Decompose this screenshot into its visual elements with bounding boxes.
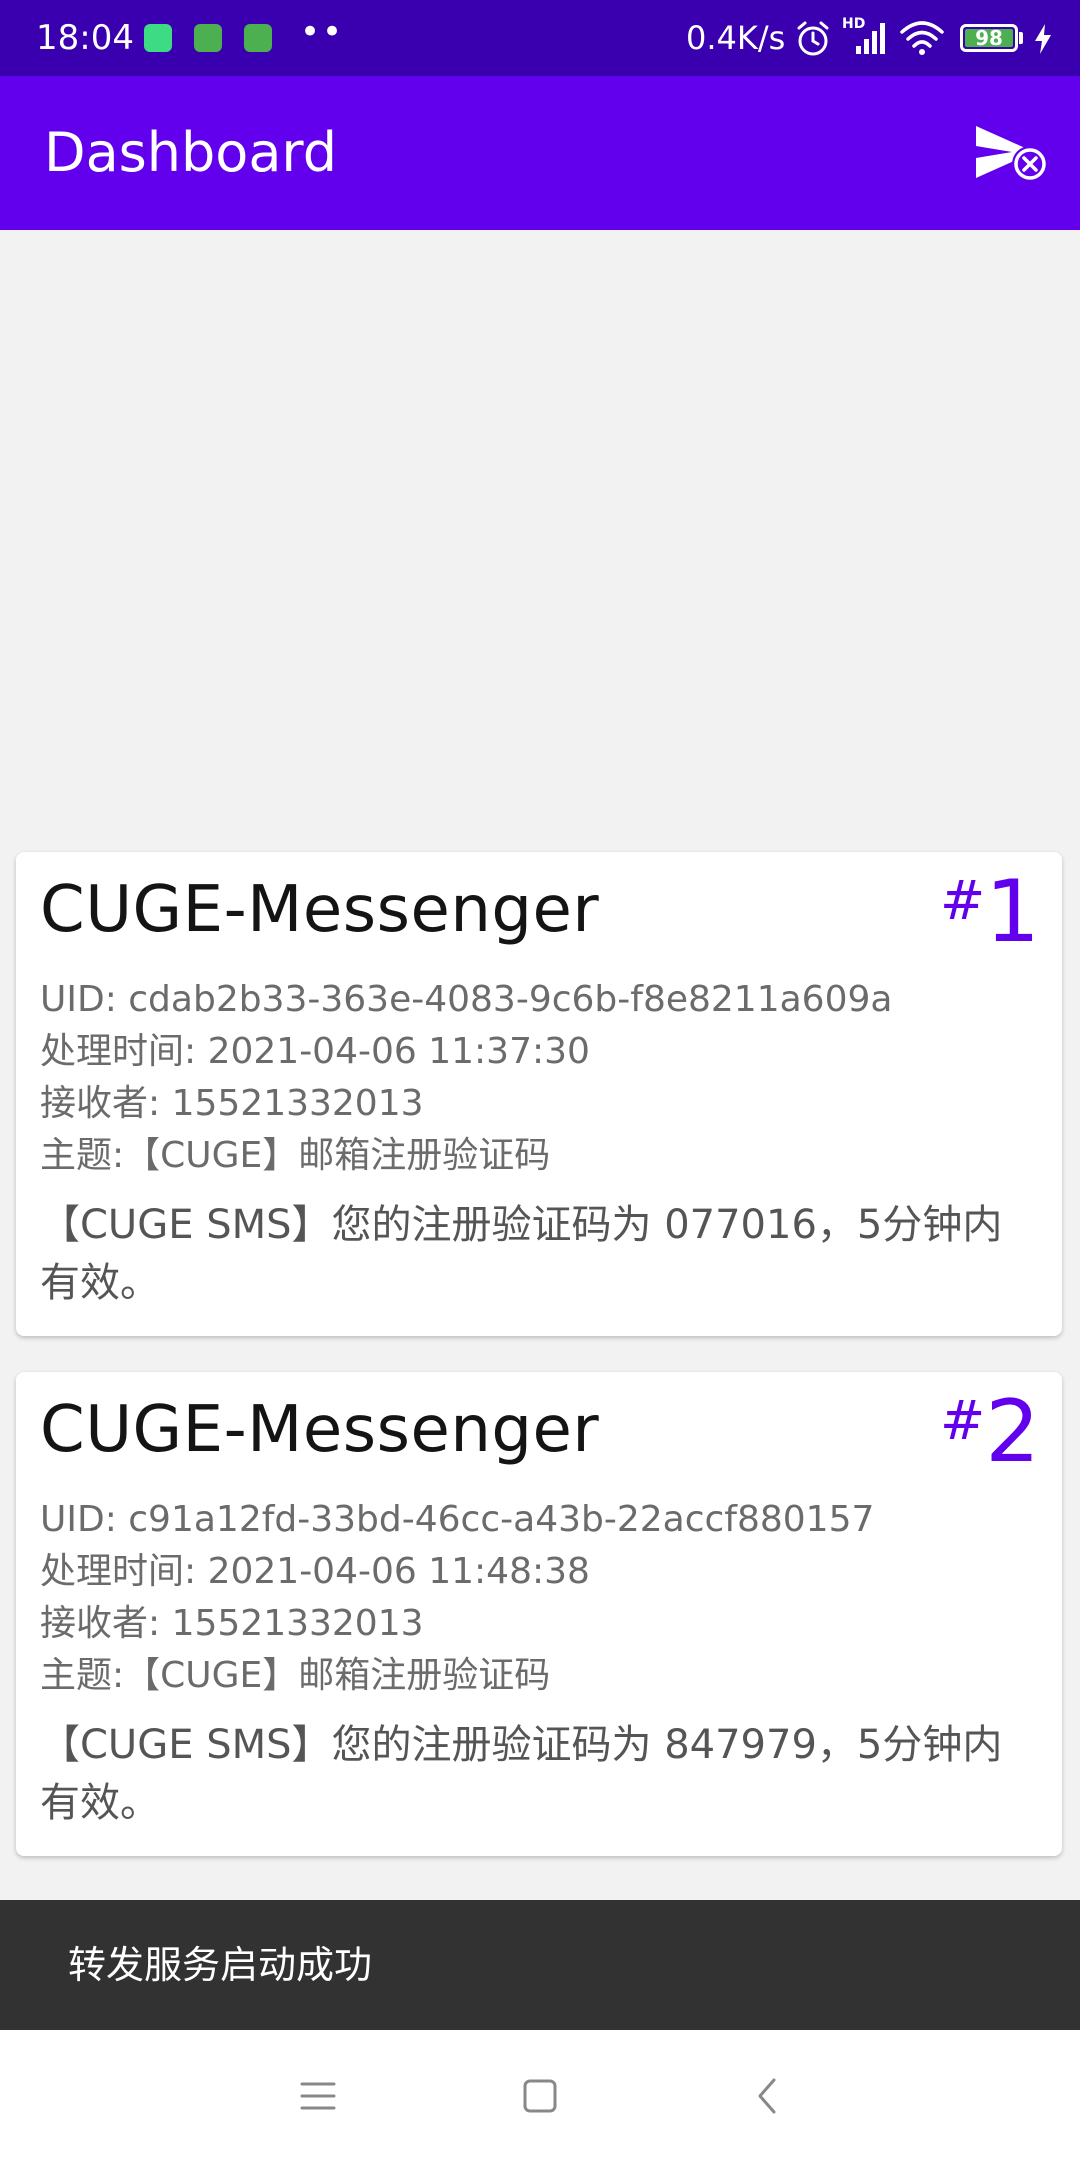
home-button[interactable] [508,2064,572,2128]
message-index-badge: #2 [940,1386,1040,1478]
badge-number: 2 [985,1382,1040,1482]
message-list[interactable]: CUGE-Messenger #1 UID: cdab2b33-363e-408… [0,230,1080,1876]
wifi-icon [900,21,944,55]
toast-message: 转发服务启动成功 [68,1943,373,1987]
menu-icon [300,2082,336,2110]
alarm-icon [797,21,829,56]
charging-icon [1035,24,1051,54]
home-icon [523,2079,557,2113]
message-subject: 主题:【CUGE】邮箱注册验证码 [40,1135,551,1176]
battery-cap [1019,32,1023,44]
back-button[interactable] [736,2064,800,2128]
send-cancel-icon [976,126,1048,182]
status-bar: 18:04 •• 0.4K/s HD 98 [0,0,1080,76]
badge-number: 1 [985,862,1040,962]
network-speed: 0.4K/s [686,19,786,57]
more-notifications-indicator: •• [300,12,345,52]
message-recipient: 接收者: 15521332013 [40,1603,424,1644]
message-body: 【CUGE SMS】您的注册验证码为 847979，5分钟内有效。 [40,1722,1003,1826]
message-index-badge: #1 [940,866,1040,958]
page-title: Dashboard [44,121,337,184]
back-icon [758,2078,776,2114]
cat-icon [194,24,222,52]
badge-hash: # [940,869,986,932]
message-processed-time: 处理时间: 2021-04-06 11:37:30 [40,1031,590,1072]
message-title: CUGE-Messenger [40,1393,600,1467]
message-recipient: 接收者: 15521332013 [40,1083,424,1124]
app-bar: Dashboard [0,76,1080,230]
stop-forwarding-button[interactable] [972,122,1052,188]
message-uid: UID: c91a12fd-33bd-46cc-a43b-22accf88015… [40,1499,875,1540]
message-title: CUGE-Messenger [40,873,600,947]
battery-icon: 98 [960,24,1018,52]
cat-icon [244,24,272,52]
message-card[interactable]: CUGE-Messenger #1 UID: cdab2b33-363e-408… [16,852,1062,1336]
android-icon [144,24,172,52]
navigation-bar [0,2030,1080,2160]
message-card[interactable]: CUGE-Messenger #2 UID: c91a12fd-33bd-46c… [16,1372,1062,1856]
message-processed-time: 处理时间: 2021-04-06 11:48:38 [40,1551,590,1592]
battery-level-text: 98 [975,26,1003,50]
message-uid: UID: cdab2b33-363e-4083-9c6b-f8e8211a609… [40,979,893,1020]
message-subject: 主题:【CUGE】邮箱注册验证码 [40,1655,551,1696]
badge-hash: # [940,1389,986,1452]
recent-apps-button[interactable] [286,2064,350,2128]
message-body: 【CUGE SMS】您的注册验证码为 077016，5分钟内有效。 [40,1202,1003,1306]
toast: 转发服务启动成功 [0,1900,1080,2030]
signal-icon: HD [840,16,888,58]
status-time: 18:04 [36,18,134,58]
